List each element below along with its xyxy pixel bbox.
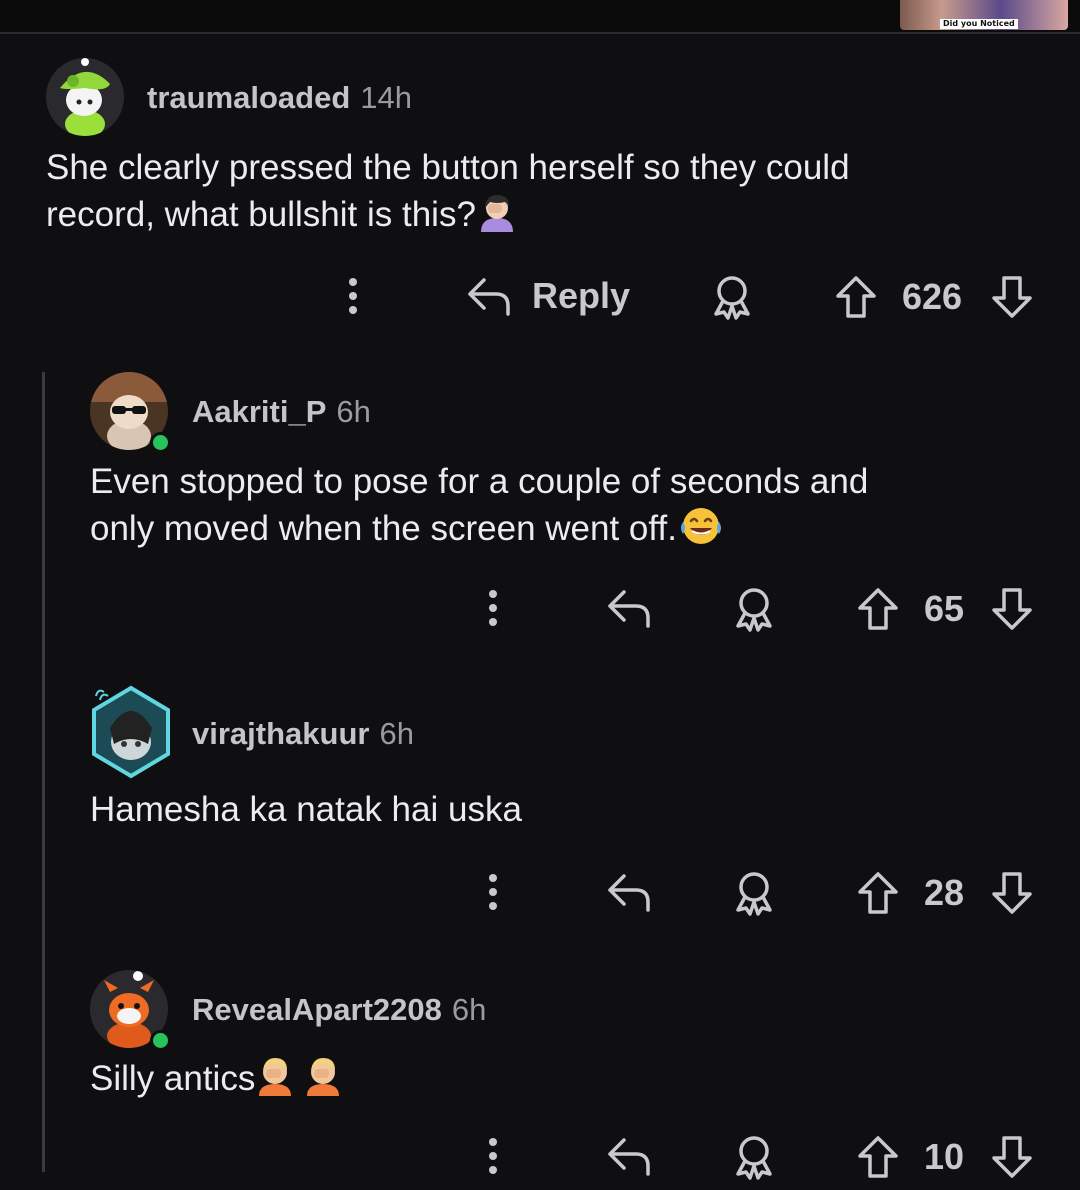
more-vertical-icon bbox=[489, 874, 497, 910]
downvote-button[interactable] bbox=[990, 586, 1034, 632]
reply-button[interactable] bbox=[606, 1134, 652, 1178]
hooded-snoo-nft-avatar-icon bbox=[92, 685, 170, 779]
comment-header: Aakriti_P 6h bbox=[192, 394, 371, 430]
comment-body: She clearly pressed the button herself s… bbox=[46, 144, 850, 244]
online-status-indicator bbox=[150, 432, 171, 453]
top-bar: Did you Noticed bbox=[0, 0, 1080, 34]
award-icon bbox=[736, 872, 772, 916]
comment-body: Even stopped to pose for a couple of sec… bbox=[90, 458, 868, 558]
upvote-button[interactable] bbox=[856, 870, 900, 916]
reply-arrow-icon bbox=[608, 874, 650, 912]
comment-body: Hamesha ka natak hai uska bbox=[90, 786, 522, 833]
username[interactable]: Aakriti_P bbox=[192, 394, 326, 429]
more-vertical-icon bbox=[349, 278, 357, 314]
upvote-arrow-icon bbox=[858, 588, 898, 630]
video-caption: Did you Noticed bbox=[940, 19, 1018, 29]
reply-button[interactable] bbox=[606, 870, 652, 914]
vote-score: 65 bbox=[924, 588, 965, 629]
comment-header: traumaloaded 14h bbox=[147, 80, 412, 116]
reply-arrow-icon bbox=[608, 590, 650, 628]
downvote-arrow-icon bbox=[992, 872, 1032, 914]
reply-label: Reply bbox=[532, 275, 631, 316]
vote-score: 626 bbox=[902, 276, 963, 317]
more-options-button[interactable] bbox=[340, 274, 366, 318]
comment-actions: 10 bbox=[0, 1130, 1080, 1190]
comment-actions: Reply 626 bbox=[0, 268, 1080, 328]
timestamp: 14h bbox=[360, 80, 413, 115]
award-icon bbox=[736, 1136, 772, 1180]
facepalm-emoji-icon bbox=[257, 1054, 341, 1108]
avatar[interactable] bbox=[46, 58, 124, 136]
comment-line: Hamesha ka natak hai uska bbox=[90, 790, 522, 829]
more-options-button[interactable] bbox=[480, 870, 506, 914]
username[interactable]: traumaloaded bbox=[147, 80, 350, 115]
online-status-indicator bbox=[150, 1030, 171, 1051]
comment-header: RevealApart2208 6h bbox=[192, 992, 486, 1028]
reply-arrow-icon bbox=[608, 1138, 650, 1176]
comment-actions: 65 bbox=[0, 584, 1080, 644]
downvote-arrow-icon bbox=[992, 588, 1032, 630]
downvote-button[interactable] bbox=[990, 1134, 1034, 1180]
comment-line: Even stopped to pose for a couple of sec… bbox=[90, 462, 869, 501]
facepalm-woman-emoji-icon bbox=[478, 192, 516, 244]
upvote-button[interactable] bbox=[856, 586, 900, 632]
timestamp: 6h bbox=[336, 394, 371, 429]
vote-score: 28 bbox=[924, 872, 965, 913]
upvote-arrow-icon bbox=[858, 1136, 898, 1178]
more-vertical-icon bbox=[489, 1138, 497, 1174]
timestamp: 6h bbox=[451, 992, 487, 1027]
reply-button[interactable]: Reply bbox=[466, 274, 630, 318]
comment-line: only moved when the screen went off. bbox=[90, 509, 677, 548]
downvote-arrow-icon bbox=[992, 276, 1032, 318]
upvote-button[interactable] bbox=[856, 1134, 900, 1180]
vote-score: 10 bbox=[924, 1136, 965, 1177]
comment-actions: 28 bbox=[0, 866, 1080, 926]
reply-arrow-icon bbox=[468, 278, 510, 316]
avatar[interactable] bbox=[88, 684, 174, 780]
comment-line: record, what bullshit is this? bbox=[46, 195, 476, 234]
video-thumbnail[interactable]: Did you Noticed bbox=[900, 0, 1068, 30]
more-vertical-icon bbox=[489, 590, 497, 626]
award-button[interactable] bbox=[732, 586, 776, 632]
reply-button[interactable] bbox=[606, 586, 652, 630]
username[interactable]: virajthakuur bbox=[192, 716, 369, 751]
more-options-button[interactable] bbox=[480, 1134, 506, 1178]
award-button[interactable] bbox=[710, 274, 754, 320]
upvote-arrow-icon bbox=[858, 872, 898, 914]
green-hat-snoo-avatar-icon bbox=[46, 58, 124, 136]
comment-line: She clearly pressed the button herself s… bbox=[46, 148, 850, 187]
award-button[interactable] bbox=[732, 870, 776, 916]
username[interactable]: RevealApart2208 bbox=[192, 992, 442, 1027]
award-button[interactable] bbox=[732, 1134, 776, 1180]
comment-body: Silly antics bbox=[90, 1054, 341, 1108]
comment-line: Silly antics bbox=[90, 1059, 256, 1098]
award-icon bbox=[736, 588, 772, 632]
upvote-arrow-icon bbox=[836, 276, 876, 318]
downvote-button[interactable] bbox=[990, 274, 1034, 320]
downvote-button[interactable] bbox=[990, 870, 1034, 916]
award-icon bbox=[714, 276, 750, 320]
more-options-button[interactable] bbox=[480, 586, 506, 630]
downvote-arrow-icon bbox=[992, 1136, 1032, 1178]
comment-header: virajthakuur 6h bbox=[192, 716, 414, 752]
tears-of-joy-emoji-icon bbox=[679, 506, 723, 558]
thread-line[interactable] bbox=[42, 372, 45, 1172]
upvote-button[interactable] bbox=[834, 274, 878, 320]
timestamp: 6h bbox=[379, 716, 414, 751]
